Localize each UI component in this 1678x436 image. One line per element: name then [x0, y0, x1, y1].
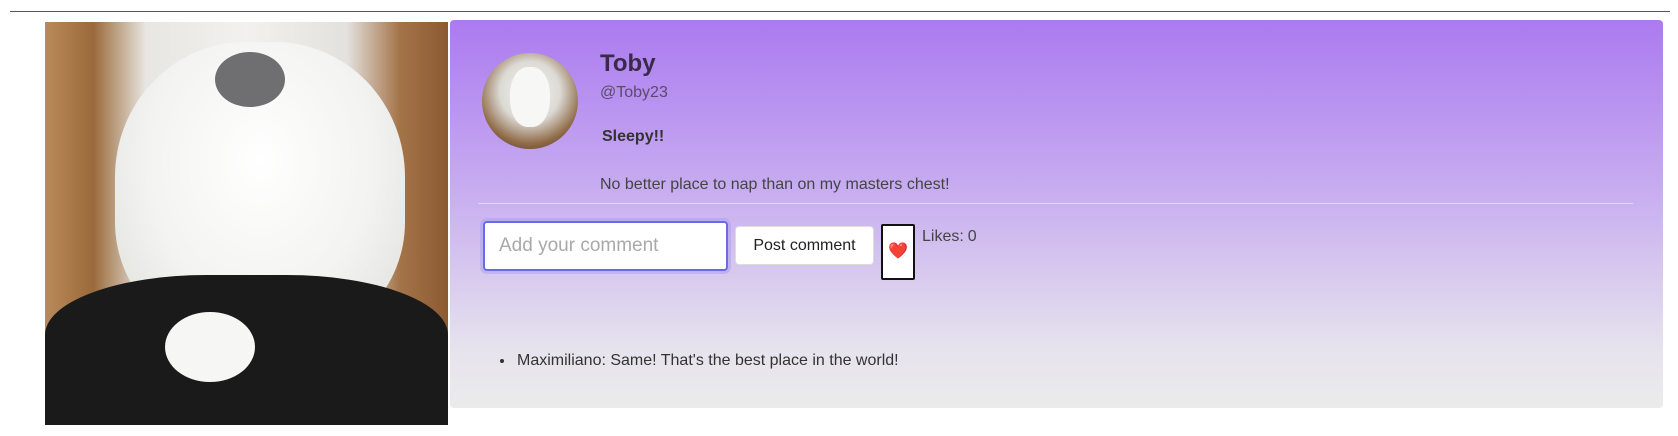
comment-text: Same! That's the best place in the world… [610, 352, 899, 369]
avatar [482, 53, 578, 149]
top-divider [10, 11, 1670, 12]
username: Toby [600, 50, 656, 77]
heart-icon: ❤️ [888, 243, 908, 260]
post-body: No better place to nap than on my master… [600, 176, 950, 193]
post-comment-button[interactable]: Post comment [735, 226, 874, 265]
likes-counter: Likes: 0 [922, 228, 977, 246]
likes-label: Likes: [922, 228, 964, 245]
cat-paw [165, 312, 255, 382]
cat-head-patch [215, 52, 285, 107]
post-title: Sleepy!! [602, 128, 665, 145]
likes-count: 0 [967, 228, 977, 245]
comment-author: Maximiliano [517, 352, 602, 369]
post-card: Toby @Toby23 Sleepy!! No better place to… [450, 20, 1663, 408]
comment-input[interactable] [483, 221, 728, 271]
user-handle: @Toby23 [600, 84, 668, 101]
comment-item: Maximiliano: Same! That's the best place… [515, 352, 899, 370]
comments-list: Maximiliano: Same! That's the best place… [515, 352, 899, 370]
post-photo [45, 22, 448, 425]
like-button[interactable]: ❤️ [881, 224, 915, 280]
divider [478, 203, 1633, 204]
